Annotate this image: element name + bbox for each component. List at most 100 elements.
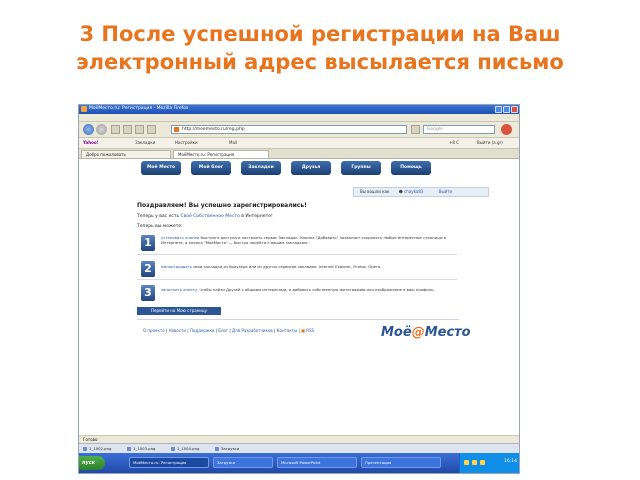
site-logo: Моё@Место [381,323,471,343]
now-suffix: в Интернете! [241,214,273,219]
congrats-heading: Поздравляем! Вы успешно зарегистрировали… [137,202,307,209]
step-divider [137,254,457,255]
window-title: МоёМесто.ru: Регистрация - Mozilla Firef… [89,106,189,111]
step-divider [137,279,457,280]
nav-friends[interactable]: Друзья [291,161,331,175]
logout-link[interactable]: Выйти [439,189,452,194]
footer-contacts[interactable]: Контакты [277,328,298,333]
forward-button[interactable] [96,124,107,135]
extension-icon[interactable] [501,124,512,135]
browser-screenshot: МоёМесто.ru: Регистрация - Mozilla Firef… [78,104,520,474]
step-desc-3: , чтобы найти Друзей с общими интересами… [197,287,435,292]
task-presentation[interactable]: Презентация [361,457,441,468]
step-text-3: заполнить анкету, чтобы найти Друзей с о… [161,287,451,292]
weather-text: +8 C [449,140,459,145]
footer-links: О проекте | Новости | Поддержка | Блог |… [143,328,315,333]
site-nav: Моё Место Мой блог Закладки Друзья Групп… [141,161,441,179]
reload-icon[interactable] [111,125,120,134]
yahoo-toolbar: Yahoo! Закладки Настройки Mail +8 C Выйт… [79,138,519,149]
slide-title-line2: электронный адрес высылается письмо [76,50,564,74]
download-name: 1_1004.png [177,446,200,451]
slide-title-line1: 3 После успешной регистрации на Ваш [79,22,561,46]
download-item[interactable]: 1_1002.png [83,446,111,452]
nav-my-blog[interactable]: Мой блог [191,161,231,175]
url-bar[interactable]: http://moemesto.ru/reg.php [171,125,407,134]
page-content: Моё Место Мой блог Закладки Друзья Групп… [79,159,519,435]
go-to-my-page-button[interactable]: Перейти на Мою страницу [137,307,221,315]
step-number-3: 3 [141,285,155,301]
task-downloads[interactable]: Загрузки [213,457,273,468]
fill-profile-link[interactable]: заполнить анкету [161,287,197,292]
status-bar: Готово [79,435,519,443]
footer-developers[interactable]: Для Разработчиков [232,328,273,333]
import-link[interactable]: импортировать [161,264,192,269]
url-text: http://moemesto.ru/reg.php [182,127,245,132]
cando-text: Теперь вы можете: [137,224,183,229]
nav-groups[interactable]: Группы [341,161,381,175]
back-button[interactable] [83,124,94,135]
footer-about[interactable]: О проекте [143,328,165,333]
image-file-icon [127,447,131,451]
download-item[interactable]: Загрузки [215,446,239,452]
task-powerpoint[interactable]: Microsoft PowerPoint [277,457,357,468]
username-link[interactable]: chayka83 [404,189,423,194]
menu-bar: Файл Правка Вид Журнал Закладки Инструме… [79,114,519,130]
step-desc-1: быстрого доступа и настроить сервис Закл… [161,235,447,245]
slide-title: 3 После успешной регистрации на Ваш элек… [0,20,640,76]
footer-support[interactable]: Поддержка [190,328,214,333]
tab-strip: Добро пожаловать МоёМесто.ru: Регистраци… [79,149,519,159]
toolbar-bookmarks[interactable]: Закладки [135,140,155,145]
tray-icon[interactable] [472,460,477,465]
step-text-2: импортировать свои закладки из браузера … [161,264,451,269]
tray-icon[interactable] [480,460,485,465]
clock: 16:14 [504,459,517,464]
bookmark-star-icon[interactable] [147,125,156,134]
close-window-button[interactable] [511,106,518,113]
window-title-bar: МоёМесто.ru: Регистрация - Mozilla Firef… [79,105,519,114]
logo-part-1: Моё [381,325,412,340]
footer-news[interactable]: Новости [169,328,186,333]
tab-registration[interactable]: МоёМесто.ru: Регистрация [173,150,269,158]
system-tray: 16:14 [459,453,519,473]
yahoo-logo[interactable]: Yahoo! [83,140,98,145]
nav-bookmarks[interactable]: Закладки [241,161,281,175]
tab-welcome[interactable]: Добро пожаловать [81,150,171,158]
logo-at: @ [411,325,425,340]
nav-my-place[interactable]: Моё Место [141,161,181,175]
home-icon[interactable] [135,125,144,134]
step-desc-2: свои закладки из браузера или из других … [191,264,382,269]
rss-icon[interactable]: ■ [301,328,305,333]
search-input[interactable]: Google [423,125,495,134]
toolbar-signout[interactable]: Выйти (a.gr) [477,140,503,145]
toolbar-mail[interactable]: Mail [229,140,237,145]
windows-taskbar: пуск МоёМесто.ru: Регистрация Загрузки M… [79,453,519,473]
go-arrow-icon[interactable] [411,125,420,134]
nav-help[interactable]: Помощь [391,161,431,175]
step-number-1: 1 [141,235,155,251]
download-item[interactable]: 1_1004.png [171,446,199,452]
minimize-button[interactable] [495,106,502,113]
maximize-button[interactable] [503,106,510,113]
footer-blog[interactable]: Блог [218,328,228,333]
site-favicon [174,127,179,132]
login-strip: Вы вошли как ☻ chayka83 Выйти [353,187,489,197]
now-text: Теперь у вас есть Своё Собственное Место… [137,214,273,219]
user-icon: ☻ [398,189,403,194]
image-file-icon [171,447,175,451]
step-text-1: установить кнопки быстрого доступа и нас… [161,235,451,245]
logo-part-2: Место [424,325,471,340]
own-place-link[interactable]: Своё Собственное Место [181,214,240,219]
download-name: 1_1002.png [89,446,112,451]
start-button[interactable]: пуск [79,456,105,470]
footer-divider [137,319,459,320]
now-prefix: Теперь у вас есть [137,214,180,219]
download-name: 1_1003.png [133,446,156,451]
toolbar-settings[interactable]: Настройки [175,140,198,145]
task-firefox[interactable]: МоёМесто.ru: Регистрация [129,457,209,468]
stop-icon[interactable] [123,125,132,134]
tray-icon[interactable] [464,460,469,465]
login-prefix: Вы вошли как [360,189,390,194]
navigation-toolbar: http://moemesto.ru/reg.php Google [79,122,519,138]
download-item[interactable]: 1_1003.png [127,446,155,452]
footer-rss[interactable]: RSS [306,328,314,333]
